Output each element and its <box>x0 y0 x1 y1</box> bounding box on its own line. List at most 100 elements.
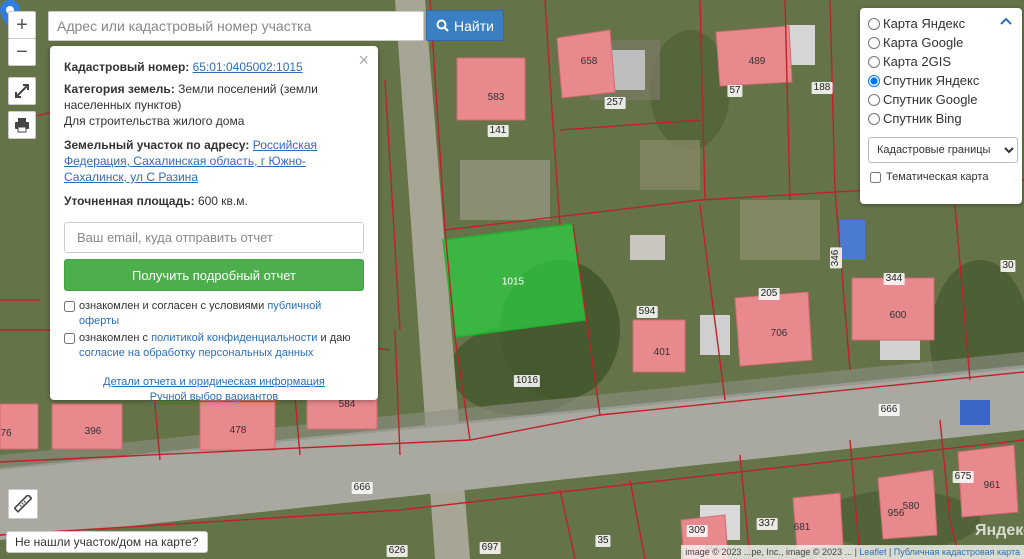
offer-consent-text: ознакомлен и согласен с условиями <box>79 300 268 312</box>
cadastral-number-link[interactable]: 65:01:0405002:1015 <box>193 60 303 74</box>
leaflet-link[interactable]: Leaflet <box>859 547 886 557</box>
layer-option-label: Спутник Bing <box>883 111 962 126</box>
lot-number: 35 <box>595 535 611 547</box>
lot-number: 188 <box>811 82 833 94</box>
search-button-label: Найти <box>454 17 494 34</box>
lot-number: 594 <box>636 306 658 318</box>
layer-option-label: Спутник Google <box>883 92 978 107</box>
fullscreen-button[interactable] <box>8 77 36 105</box>
chevron-up-icon[interactable] <box>1000 17 1012 25</box>
selected-parcel-number: 1015 <box>501 276 525 288</box>
layer-radio[interactable] <box>868 36 880 49</box>
lot-number: 666 <box>351 482 373 494</box>
land-usage: Для строительства жилого дома <box>64 114 245 128</box>
offer-consent-checkbox[interactable] <box>64 301 75 312</box>
address-label: Земельный участок по адресу: <box>64 138 250 152</box>
lot-number: 580 <box>902 501 920 512</box>
layer-radio[interactable] <box>868 93 880 106</box>
lot-number: 600 <box>889 310 907 321</box>
layer-radio[interactable] <box>868 17 880 30</box>
privacy-consent-row: ознакомлен с политикой конфиденциальност… <box>64 331 364 361</box>
area-row: Уточненная площадь: 600 кв.м. <box>64 193 364 209</box>
lot-number: 478 <box>229 425 247 436</box>
layer-option-google-map[interactable]: Карта Google <box>868 33 1014 52</box>
area-value: 600 кв.м. <box>197 194 248 208</box>
offer-consent-row: ознакомлен и согласен с условиями публич… <box>64 299 364 329</box>
get-report-button[interactable]: Получить подробный отчет <box>64 259 364 291</box>
privacy-policy-link[interactable]: политикой конфиденциальности <box>151 332 317 344</box>
lot-number: 57 <box>727 85 743 97</box>
cadastral-layer-select[interactable]: Кадастровые границы <box>868 137 1018 163</box>
layer-option-label: Спутник Яндекс <box>883 73 980 88</box>
lot-number: 346 <box>830 247 842 269</box>
printer-icon <box>15 118 29 133</box>
not-found-button[interactable]: Не нашли участок/дом на карте? <box>6 531 208 553</box>
layer-option-label: Карта 2GIS <box>883 54 952 69</box>
personal-data-consent-link[interactable]: согласие на обработку персональных данны… <box>79 347 313 359</box>
layer-option-google-satellite[interactable]: Спутник Google <box>868 90 1014 109</box>
land-category-row: Категория земель: Земли поселений (земли… <box>64 81 364 113</box>
layer-option-yandex-map[interactable]: Карта Яндекс <box>868 14 1014 33</box>
parcel-info-popup: × Кадастровый номер: 65:01:0405002:1015 … <box>50 46 378 403</box>
thematic-map-checkbox[interactable] <box>870 171 881 183</box>
close-icon[interactable]: × <box>358 51 369 69</box>
area-label: Уточненная площадь: <box>64 194 195 208</box>
manual-selection-link[interactable]: Ручной выбор вариантов <box>64 390 364 405</box>
lot-number: 681 <box>793 522 811 533</box>
privacy-consent-checkbox[interactable] <box>64 333 75 344</box>
land-category-label: Категория земель: <box>64 82 175 96</box>
email-field[interactable] <box>64 222 364 253</box>
ruler-icon <box>14 495 32 513</box>
search-icon <box>436 19 449 32</box>
privacy-consent-text: ознакомлен с <box>79 332 152 344</box>
cadastral-number-label: Кадастровый номер: <box>64 60 190 74</box>
lot-number: 344 <box>883 273 905 285</box>
layer-option-label: Карта Google <box>883 35 964 50</box>
thematic-map-toggle[interactable]: Тематическая карта <box>868 171 1014 183</box>
lot-number: 396 <box>84 426 102 437</box>
lot-number: 1016 <box>513 375 541 387</box>
lot-number: 337 <box>756 518 778 530</box>
zoom-in-button[interactable]: + <box>8 11 36 39</box>
map-watermark: Яндекс <box>975 522 1024 539</box>
layer-option-label: Карта Яндекс <box>883 16 966 31</box>
lot-number: 675 <box>952 471 974 483</box>
lot-number: 205 <box>758 288 780 300</box>
layer-switcher: Карта Яндекс Карта Google Карта 2GIS Спу… <box>860 8 1022 204</box>
layer-option-bing-satellite[interactable]: Спутник Bing <box>868 109 1014 128</box>
thematic-map-label: Тематическая карта <box>886 171 989 183</box>
lot-number: 76 <box>0 428 12 439</box>
privacy-consent-text-wrap: ознакомлен с политикой конфиденциальност… <box>79 331 350 361</box>
ruler-button[interactable] <box>8 489 38 519</box>
cadastral-map-link[interactable]: Публичная кадастровая карта <box>894 547 1020 557</box>
layer-radio[interactable] <box>868 112 880 125</box>
map-attribution: image © 2023 ...pe, Inc., image © 2023 .… <box>681 545 1024 559</box>
zoom-in-icon: + <box>16 13 28 36</box>
lot-number: 401 <box>653 347 671 358</box>
lot-number: 309 <box>686 525 708 537</box>
print-button[interactable] <box>8 111 36 139</box>
report-details-link[interactable]: Детали отчета и юридическая информация <box>64 375 364 390</box>
search-button[interactable]: Найти <box>426 10 504 41</box>
lot-number: 961 <box>983 480 1001 491</box>
lot-number: 697 <box>479 542 501 554</box>
layer-option-yandex-satellite[interactable]: Спутник Яндекс <box>868 71 1014 90</box>
lot-number: 30 <box>1000 260 1016 272</box>
layer-option-2gis-map[interactable]: Карта 2GIS <box>868 52 1014 71</box>
layer-radio[interactable] <box>868 74 880 87</box>
popup-bottom-links: Детали отчета и юридическая информация Р… <box>64 375 364 405</box>
lot-number: 658 <box>580 56 598 67</box>
zoom-out-button[interactable]: − <box>8 38 36 66</box>
cadastral-number-row: Кадастровый номер: 65:01:0405002:1015 <box>64 59 364 75</box>
lot-number: 626 <box>386 545 408 557</box>
imagery-attribution: image © 2023 ...pe, Inc., image © 2023 .… <box>685 547 853 557</box>
offer-consent-text-wrap: ознакомлен и согласен с условиями публич… <box>79 299 364 329</box>
lot-number: 583 <box>487 92 505 103</box>
zoom-out-icon: − <box>16 40 28 63</box>
lot-number: 666 <box>878 404 900 416</box>
search-input[interactable] <box>48 11 424 41</box>
privacy-consent-mid: и даю <box>317 332 351 344</box>
layer-radio[interactable] <box>868 55 880 68</box>
address-row: Земельный участок по адресу: Российская … <box>64 137 364 185</box>
lot-number: 141 <box>487 125 509 137</box>
